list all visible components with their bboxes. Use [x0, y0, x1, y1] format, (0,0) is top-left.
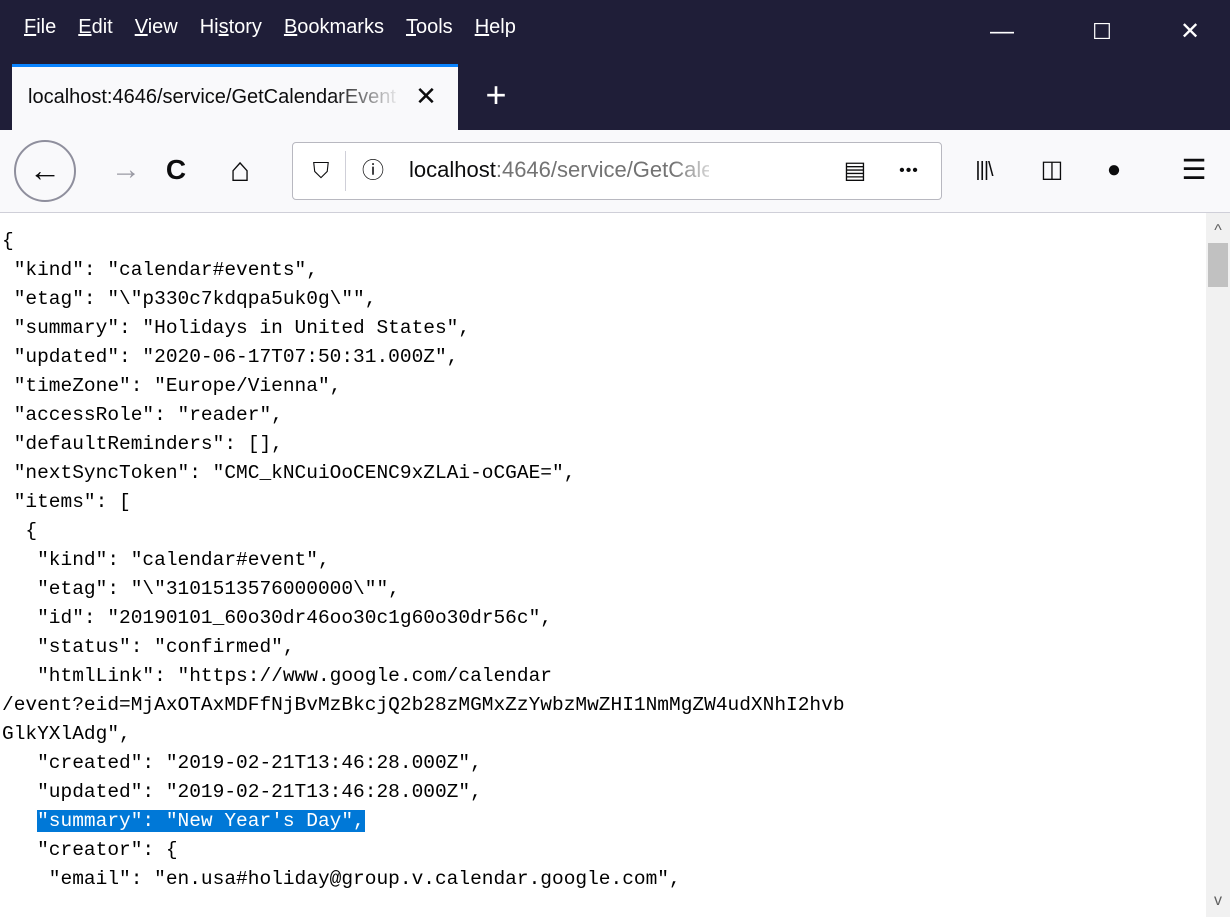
menu-bookmarks[interactable]: Bookmarks: [284, 16, 384, 39]
json-line: "etag": "\"p330c7kdqpa5uk0g\"",: [2, 288, 377, 310]
close-icon: ✕: [1179, 18, 1201, 45]
json-line: "nextSyncToken": "CMC_kNCuiOoCENC9xZLAi-…: [2, 462, 576, 484]
json-line: "accessRole": "reader",: [2, 404, 283, 426]
menu-file[interactable]: File: [24, 16, 56, 39]
info-icon[interactable]: ⓘ: [355, 153, 391, 189]
json-line: "updated": "2020-06-17T07:50:31.000Z",: [2, 346, 459, 368]
url-text[interactable]: localhost:4646/service/GetCalendarEvents: [409, 157, 709, 183]
json-line: "items": [: [2, 491, 131, 513]
json-line: "updated": "2019-02-21T13:46:28.000Z",: [2, 781, 482, 803]
scroll-down-icon[interactable]: v: [1206, 889, 1230, 913]
close-window-button[interactable]: ✕: [1150, 0, 1230, 64]
back-button[interactable]: ←: [14, 140, 76, 202]
menu-items: File Edit View History Bookmarks Tools H…: [24, 16, 538, 39]
maximize-button[interactable]: ☐: [1062, 0, 1142, 64]
json-text: { "kind": "calendar#events", "etag": "\"…: [0, 213, 1206, 894]
json-line: "etag": "\"3101513576000000\"",: [2, 578, 400, 600]
close-icon: ✕: [415, 81, 437, 111]
hamburger-menu-icon: ☰: [1181, 154, 1207, 185]
json-line: "status": "confirmed",: [2, 636, 295, 658]
menu-history[interactable]: History: [200, 16, 262, 39]
reload-button[interactable]: C: [150, 142, 202, 198]
url-fade: [673, 149, 723, 193]
library-button[interactable]: |||\: [960, 142, 1008, 198]
tab-active[interactable]: localhost:4646/service/GetCalendarEvents…: [12, 64, 458, 130]
scrollbar-thumb[interactable]: [1208, 243, 1228, 287]
page-actions-more-icon[interactable]: •••: [885, 153, 933, 189]
forward-arrow-icon: →: [111, 153, 141, 186]
account-icon: ●: [1106, 156, 1122, 183]
app-menu-button[interactable]: ☰: [1170, 142, 1218, 198]
library-icon: |||\: [975, 159, 993, 181]
home-button[interactable]: ⌂: [214, 142, 266, 198]
url-separator: [345, 151, 346, 191]
navigation-toolbar: ← → C ⌂ ⛉ ⓘ localhost:4646/service/GetCa…: [0, 130, 1230, 213]
json-line: "summary": "Holidays in United States",: [2, 317, 471, 339]
tab-strip: localhost:4646/service/GetCalendarEvents…: [0, 64, 1230, 130]
tab-close-button[interactable]: ✕: [408, 78, 444, 114]
page-content: { "kind": "calendar#events", "etag": "\"…: [0, 213, 1206, 917]
menu-edit[interactable]: Edit: [78, 16, 112, 39]
scroll-up-icon[interactable]: ^: [1206, 219, 1230, 243]
vertical-scrollbar[interactable]: ^ v: [1206, 213, 1230, 917]
json-line: "email": "en.usa#holiday@group.v.calenda…: [2, 868, 681, 890]
url-host: localhost: [409, 157, 496, 182]
json-line: "id": "20190101_60o30dr46oo30c1g60o30dr5…: [2, 607, 552, 629]
menu-tools[interactable]: Tools: [406, 16, 453, 39]
back-arrow-icon: ←: [29, 152, 61, 188]
json-line: {: [2, 230, 14, 252]
tab-title-fade: [332, 80, 402, 120]
forward-button[interactable]: →: [100, 142, 152, 198]
json-line: "timeZone": "Europe/Vienna",: [2, 375, 342, 397]
json-line: "creator": {: [2, 839, 178, 861]
json-line: GlkYXlAdg",: [2, 723, 131, 745]
maximize-icon: ☐: [1092, 19, 1112, 44]
minimize-button[interactable]: —: [962, 0, 1042, 64]
home-icon: ⌂: [229, 151, 251, 189]
reader-view-icon[interactable]: ▤: [837, 153, 873, 189]
sidebar-icon: ◫: [1040, 156, 1064, 183]
minimize-icon: —: [990, 18, 1014, 45]
json-line: "summary": "New Year's Day",: [2, 807, 1206, 836]
menu-help[interactable]: Help: [475, 16, 516, 39]
selected-text: "summary": "New Year's Day",: [37, 810, 365, 832]
sidebar-button[interactable]: ◫: [1028, 142, 1076, 198]
reload-icon: C: [165, 154, 187, 185]
menu-view[interactable]: View: [135, 16, 178, 39]
url-bar[interactable]: ⛉ ⓘ localhost:4646/service/GetCalendarEv…: [292, 142, 942, 200]
account-button[interactable]: ●: [1090, 142, 1138, 198]
json-line: {: [2, 520, 38, 542]
json-line: "kind": "calendar#event",: [2, 549, 330, 571]
json-line: "htmlLink": "https://www.google.com/cale…: [2, 665, 552, 687]
tab-accent-line: [12, 64, 458, 67]
new-tab-button[interactable]: +: [476, 70, 516, 120]
json-line: /event?eid=MjAxOTAxMDFfNjBvMzBkcjQ2b28zM…: [2, 694, 845, 716]
json-line: "defaultReminders": [],: [2, 433, 283, 455]
shield-icon[interactable]: ⛉: [303, 153, 339, 189]
json-line: "created": "2019-02-21T13:46:28.000Z",: [2, 752, 482, 774]
plus-icon: +: [485, 74, 507, 115]
json-line-indent: [2, 810, 37, 832]
menu-bar: File Edit View History Bookmarks Tools H…: [0, 0, 1230, 64]
json-line: "kind": "calendar#events",: [2, 259, 318, 281]
